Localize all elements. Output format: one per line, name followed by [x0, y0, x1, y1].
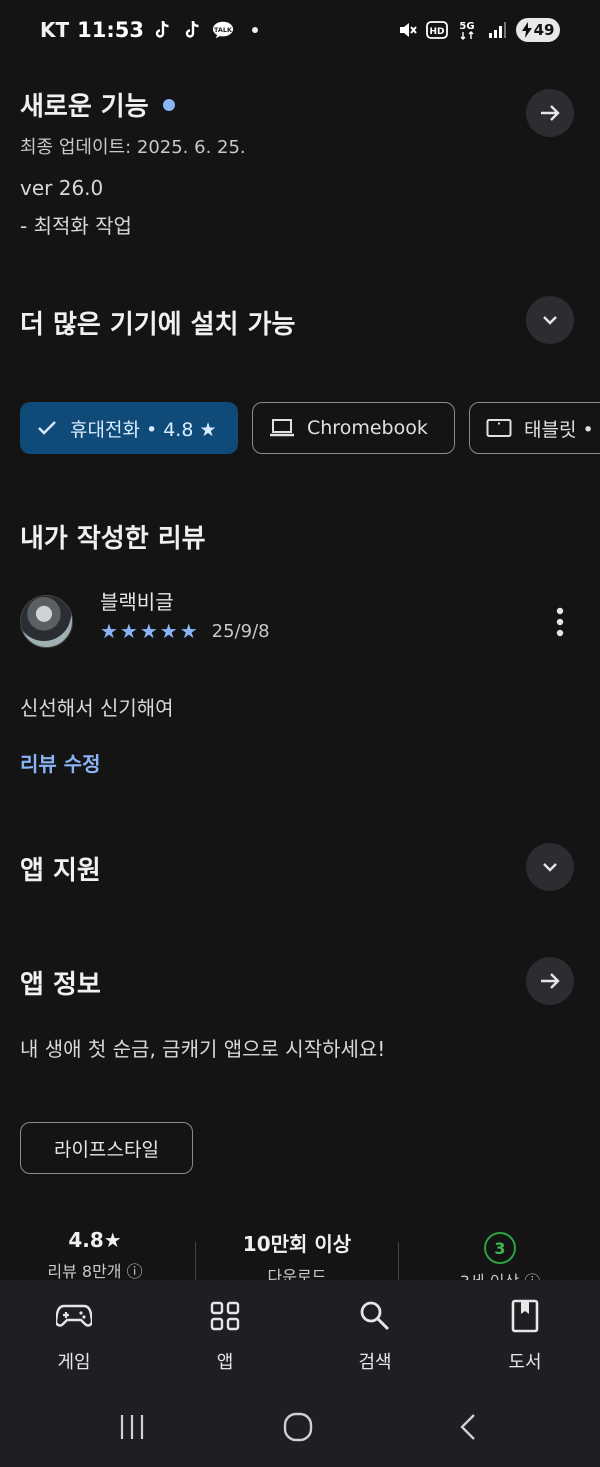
system-navigation-bar: [0, 1387, 600, 1467]
devices-title: 더 많은 기기에 설치 가능: [20, 310, 296, 340]
chip-tablet-label: 태블릿 • 4: [524, 418, 600, 441]
back-icon: [460, 1414, 475, 1440]
chip-chromebook[interactable]: Chromebook: [252, 402, 455, 454]
laptop-icon: [270, 419, 294, 437]
review-date: 25/9/8: [211, 620, 270, 642]
nav-games-label: 게임: [57, 1352, 91, 1373]
search-icon: [360, 1301, 390, 1331]
rating-value: 4.8★: [68, 1228, 122, 1252]
back-button[interactable]: [448, 1409, 488, 1445]
carrier-label: KT: [40, 18, 70, 42]
nav-books-label: 도서: [508, 1352, 542, 1373]
svg-text:TALK: TALK: [214, 26, 233, 34]
app-support-expand-button[interactable]: [526, 843, 574, 891]
chip-tablet[interactable]: 태블릿 • 4: [469, 402, 600, 454]
last-updated: 최종 업데이트: 2025. 6. 25.: [20, 137, 246, 158]
signal-icon: [486, 18, 508, 42]
apps-grid-icon: [210, 1301, 240, 1331]
chip-chromebook-label: Chromebook: [307, 417, 428, 439]
clock: 11:53: [77, 18, 144, 42]
tiktok-icon: [182, 18, 204, 42]
review-author: 블랙비글: [100, 590, 174, 614]
nav-apps[interactable]: 앱: [175, 1298, 275, 1374]
status-bar: KT 11:53 TALK HD 5G 49: [0, 0, 600, 62]
app-info-header[interactable]: 앱 정보: [20, 964, 101, 1001]
chip-phone-label: 휴대전화 • 4.8 ★: [70, 418, 217, 441]
app-info-title: 앱 정보: [20, 970, 101, 1000]
stat-downloads: 10만회 이상 다운로드: [222, 1228, 372, 1287]
nav-games[interactable]: 게임: [24, 1298, 124, 1374]
downloads-value: 10만회 이상: [242, 1232, 352, 1256]
check-icon: [38, 421, 56, 435]
app-support-title: 앱 지원: [20, 856, 101, 886]
battery-level: 49: [533, 21, 555, 39]
my-review-title: 내가 작성한 리뷰: [20, 524, 206, 554]
age-rating-badge: 3: [484, 1232, 516, 1264]
svg-text:5G: 5G: [459, 21, 474, 32]
app-info-arrow-button[interactable]: [526, 957, 574, 1005]
category-chip[interactable]: 라이프스타일: [20, 1122, 193, 1174]
notification-dot: [252, 27, 258, 33]
chevron-down-icon: [543, 863, 557, 872]
star-rating: ★★★★★: [100, 619, 200, 643]
arrow-right-icon: [541, 973, 560, 989]
whats-new-arrow-button[interactable]: [526, 89, 574, 137]
new-indicator-dot: [162, 98, 175, 111]
chip-phone[interactable]: 휴대전화 • 4.8 ★: [20, 402, 238, 454]
nav-search-label: 검색: [358, 1352, 392, 1373]
version-text: ver 26.0: [20, 176, 104, 200]
app-support-header[interactable]: 앱 지원: [20, 850, 101, 887]
bottom-navigation: 게임 앱 검색 도서: [0, 1280, 600, 1387]
review-more-button[interactable]: [546, 604, 574, 640]
whats-new-header[interactable]: 새로운 기능 최종 업데이트: 2025. 6. 25.: [20, 86, 490, 159]
hd-icon: HD: [426, 18, 448, 42]
rating-count: 리뷰 8만개 ⓘ: [47, 1262, 143, 1281]
nav-apps-label: 앱: [216, 1352, 234, 1373]
home-icon: [283, 1412, 313, 1442]
battery-indicator: 49: [516, 18, 560, 42]
chevron-down-icon: [543, 316, 557, 325]
devices-expand-button[interactable]: [526, 296, 574, 344]
recent-apps-button[interactable]: [112, 1409, 152, 1445]
arrow-right-icon: [541, 105, 560, 121]
edit-review-link[interactable]: 리뷰 수정: [20, 748, 101, 777]
mute-icon: [396, 18, 418, 42]
whats-new-title: 새로운 기능: [20, 92, 149, 122]
nav-books[interactable]: 도서: [475, 1298, 575, 1374]
release-note: - 최적화 작업: [20, 214, 132, 238]
talk-icon: TALK: [212, 18, 234, 42]
5g-icon: 5G: [456, 18, 478, 42]
tablet-icon: [486, 419, 512, 437]
home-button[interactable]: [278, 1407, 318, 1447]
app-description: 내 생애 첫 순금, 금캐기 앱으로 시작하세요!: [20, 1037, 386, 1061]
book-icon: [511, 1299, 539, 1333]
avatar: [20, 595, 73, 648]
charging-icon: [521, 22, 532, 38]
tiktok-icon: [152, 18, 174, 42]
gamepad-icon: [56, 1304, 92, 1327]
svg-text:HD: HD: [429, 27, 444, 37]
nav-search[interactable]: 검색: [325, 1298, 425, 1374]
devices-header[interactable]: 더 많은 기기에 설치 가능: [20, 304, 295, 341]
recent-apps-icon: [120, 1415, 144, 1439]
stats-row: 4.8★ 리뷰 8만개 ⓘ 10만회 이상 다운로드 3 3세 이상 ⓘ: [0, 1228, 600, 1291]
review-text: 신선해서 신기해여: [20, 696, 174, 720]
stat-rating: 4.8★ 리뷰 8만개 ⓘ: [20, 1228, 170, 1282]
more-vert-icon: [556, 607, 564, 637]
